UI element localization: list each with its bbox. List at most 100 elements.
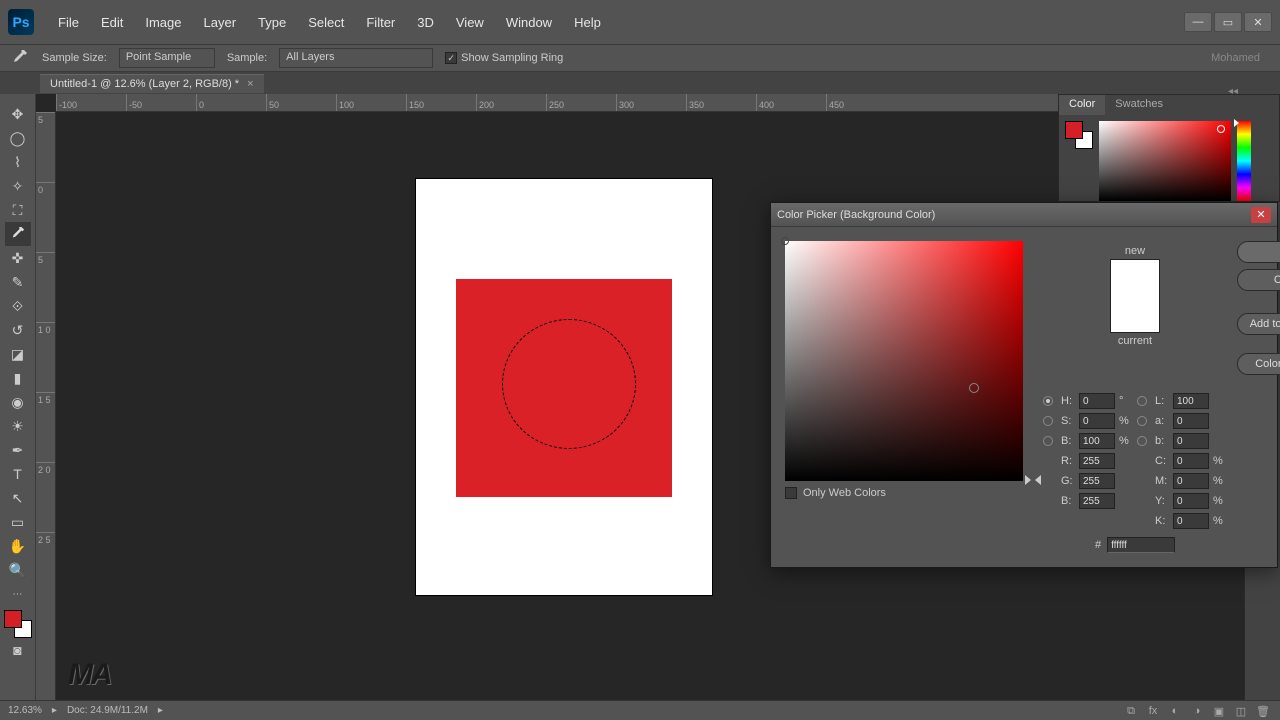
menu-type[interactable]: Type (248, 9, 296, 36)
a-radio[interactable] (1137, 416, 1147, 426)
hue-indicator-icon (1234, 119, 1239, 127)
color-field[interactable] (785, 241, 1023, 481)
l-input[interactable] (1173, 393, 1209, 409)
h-radio[interactable] (1043, 396, 1053, 406)
new-layer-icon[interactable]: ◫ (1232, 705, 1250, 718)
swatches-tab[interactable]: Swatches (1105, 95, 1173, 115)
zoom-tool[interactable]: 🔍 (5, 558, 31, 582)
k-input[interactable] (1173, 513, 1209, 529)
menu-bar: File Edit Image Layer Type Select Filter… (48, 9, 611, 36)
history-brush-tool[interactable]: ↺ (5, 318, 31, 342)
trash-icon[interactable]: 🗑 (1254, 705, 1272, 718)
hue-arrow-left-icon (1025, 475, 1031, 485)
close-tab-icon[interactable]: × (247, 78, 253, 90)
r-input[interactable] (1079, 453, 1115, 469)
menu-layer[interactable]: Layer (194, 9, 247, 36)
healing-brush-tool[interactable]: ✜ (5, 246, 31, 270)
b-rgb-input[interactable] (1079, 493, 1115, 509)
m-input[interactable] (1173, 473, 1209, 489)
blur-tool[interactable]: ◉ (5, 390, 31, 414)
checkbox-icon (785, 487, 797, 499)
minimize-button[interactable]: — (1184, 12, 1212, 32)
marquee-tool[interactable]: ◯ (5, 126, 31, 150)
eyedropper-tool-icon[interactable] (10, 48, 30, 68)
only-web-colors-checkbox[interactable]: Only Web Colors (785, 487, 1023, 499)
move-tool[interactable]: ✥ (5, 102, 31, 126)
color-picker-dialog: Color Picker (Background Color) ✕ Only W… (770, 202, 1278, 568)
color-libraries-button[interactable]: Color Libraries (1237, 353, 1280, 375)
color-preview (1110, 259, 1160, 333)
menu-image[interactable]: Image (135, 9, 191, 36)
ok-button[interactable]: OK (1237, 241, 1280, 263)
menu-3d[interactable]: 3D (407, 9, 444, 36)
left-toolbar: ✥ ◯ ⌇ ✧ ⛶ ✜ ✎ ⟐ ↺ ◪ ▮ ◉ ☀ ✒ T ↖ ▭ ✋ 🔍 ⋯ … (0, 94, 36, 700)
menu-file[interactable]: File (48, 9, 89, 36)
path-selection-tool[interactable]: ↖ (5, 486, 31, 510)
b-lab-input[interactable] (1173, 433, 1209, 449)
hand-tool[interactable]: ✋ (5, 534, 31, 558)
dialog-close-button[interactable]: ✕ (1251, 207, 1271, 223)
magic-wand-tool[interactable]: ✧ (5, 174, 31, 198)
mini-swatch[interactable] (1065, 121, 1093, 149)
b-lab-radio[interactable] (1137, 436, 1147, 446)
hex-input[interactable] (1107, 537, 1175, 553)
sample-size-select[interactable]: Point Sample (119, 48, 215, 68)
expand-icon[interactable]: ▸ (52, 705, 57, 716)
menu-select[interactable]: Select (298, 9, 354, 36)
l-radio[interactable] (1137, 396, 1147, 406)
eraser-tool[interactable]: ◪ (5, 342, 31, 366)
maximize-button[interactable]: ▭ (1214, 12, 1242, 32)
dodge-tool[interactable]: ☀ (5, 414, 31, 438)
add-to-swatches-button[interactable]: Add to Swatches (1237, 313, 1280, 335)
show-sampling-ring-checkbox[interactable]: ✓ Show Sampling Ring (445, 52, 563, 64)
color-field-mini[interactable] (1099, 121, 1231, 201)
document-tab[interactable]: Untitled-1 @ 12.6% (Layer 2, RGB/8) * × (40, 74, 264, 93)
hue-slider-mini[interactable] (1237, 121, 1251, 201)
doc-size: Doc: 24.9M/11.2M (67, 705, 148, 716)
crop-tool[interactable]: ⛶ (5, 198, 31, 222)
menu-help[interactable]: Help (564, 9, 611, 36)
s-radio[interactable] (1043, 416, 1053, 426)
menu-view[interactable]: View (446, 9, 494, 36)
show-sampling-ring-label: Show Sampling Ring (461, 52, 563, 64)
b-radio[interactable] (1043, 436, 1053, 446)
current-label: current (1118, 335, 1152, 347)
zoom-level[interactable]: 12.63% (8, 705, 42, 716)
eyedropper-tool[interactable] (5, 222, 31, 246)
fx-icon[interactable]: fx (1144, 705, 1162, 718)
sample-select[interactable]: All Layers (279, 48, 433, 68)
menu-window[interactable]: Window (496, 9, 562, 36)
g-input[interactable] (1079, 473, 1115, 489)
close-button[interactable]: ✕ (1244, 12, 1272, 32)
foreground-background-swatch[interactable] (4, 610, 32, 638)
group-icon[interactable]: ▣ (1210, 705, 1228, 718)
h-input[interactable] (1079, 393, 1115, 409)
dialog-titlebar[interactable]: Color Picker (Background Color) ✕ (771, 203, 1277, 227)
y-input[interactable] (1173, 493, 1209, 509)
color-tab[interactable]: Color (1059, 95, 1105, 115)
lasso-tool[interactable]: ⌇ (5, 150, 31, 174)
type-tool[interactable]: T (5, 462, 31, 486)
chevron-right-icon[interactable]: ▸ (158, 705, 163, 716)
artboard[interactable] (416, 179, 712, 595)
rectangle-tool[interactable]: ▭ (5, 510, 31, 534)
b-hsb-input[interactable] (1079, 433, 1115, 449)
brush-tool[interactable]: ✎ (5, 270, 31, 294)
foreground-color-swatch[interactable] (4, 610, 22, 628)
menu-edit[interactable]: Edit (91, 9, 133, 36)
cancel-button[interactable]: Cancel (1237, 269, 1280, 291)
gradient-tool[interactable]: ▮ (5, 366, 31, 390)
menu-filter[interactable]: Filter (356, 9, 405, 36)
c-input[interactable] (1173, 453, 1209, 469)
link-layers-icon[interactable]: ⧉ (1122, 705, 1140, 718)
adjustment-icon[interactable]: ◑ (1188, 705, 1206, 718)
clone-stamp-tool[interactable]: ⟐ (5, 294, 31, 318)
edit-toolbar[interactable]: ⋯ (5, 582, 31, 606)
a-input[interactable] (1173, 413, 1209, 429)
mask-icon[interactable]: ◐ (1166, 705, 1184, 718)
quick-mask-tool[interactable]: ◙ (5, 638, 31, 662)
picker-indicator-icon (781, 237, 789, 245)
color-values-grid: H:° L: S:% a: B:% b: R: C:% G: M:% B: Y:… (1043, 393, 1227, 529)
s-input[interactable] (1079, 413, 1115, 429)
pen-tool[interactable]: ✒ (5, 438, 31, 462)
